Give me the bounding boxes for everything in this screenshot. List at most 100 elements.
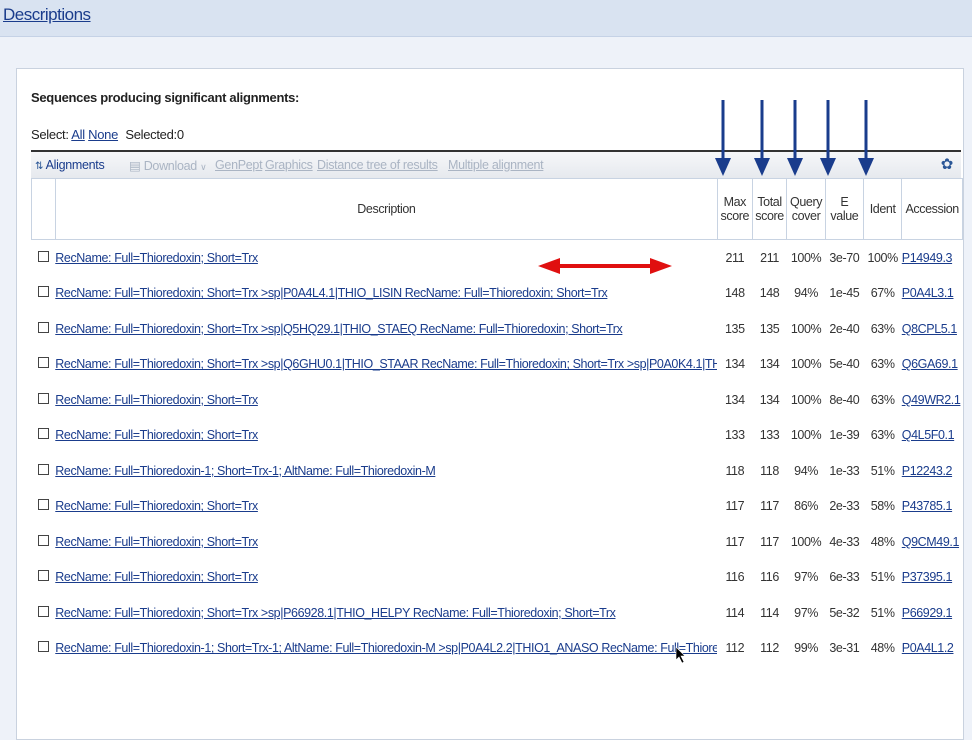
row-e-value: 5e-40 xyxy=(829,357,860,372)
row-description-link[interactable]: RecName: Full=Thioredoxin; Short=Trx xyxy=(55,251,258,265)
row-query-cover: 100% xyxy=(790,250,822,265)
row-checkbox[interactable] xyxy=(37,286,49,298)
row-query-cover: 100% xyxy=(790,428,822,443)
row-checkbox[interactable] xyxy=(37,321,49,333)
row-description-link[interactable]: RecName: Full=Thioredoxin; Short=Trx xyxy=(55,499,258,513)
row-accession-link[interactable]: Q8CPL5.1 xyxy=(902,322,958,336)
row-ident: 100% xyxy=(867,250,898,265)
table-row: RecName: Full=Thioredoxin; Short=Trx >sp… xyxy=(32,595,963,631)
row-description-link[interactable]: RecName: Full=Thioredoxin; Short=Trx >sp… xyxy=(55,286,607,300)
row-total-score: 117 xyxy=(760,499,779,514)
table-row: RecName: Full=Thioredoxin; Short=Trx 133 1… xyxy=(32,418,963,454)
row-total-score: 134 xyxy=(759,392,780,407)
table-row: RecName: Full=Thioredoxin; Short=Trx 134 1… xyxy=(32,382,963,418)
col-description[interactable]: Description xyxy=(54,178,718,240)
table-row: RecName: Full=Thioredoxin; Short=Trx 211 2… xyxy=(32,240,963,276)
row-description-link[interactable]: RecName: Full=Thioredoxin; Short=Trx xyxy=(55,393,258,407)
row-total-score: 135 xyxy=(759,321,780,336)
row-query-cover: 86% xyxy=(794,499,818,514)
row-description-link[interactable]: RecName: Full=Thioredoxin; Short=Trx xyxy=(55,428,258,442)
row-e-value: 1e-39 xyxy=(829,428,860,443)
row-description-link[interactable]: RecName: Full=Thioredoxin; Short=Trx >sp… xyxy=(55,606,616,620)
distance-tree-link[interactable]: Distance tree of results xyxy=(317,158,438,172)
row-checkbox[interactable] xyxy=(37,392,49,404)
row-e-value: 3e-70 xyxy=(829,250,860,265)
col-accession[interactable]: Accession xyxy=(901,178,963,240)
row-accession-link[interactable]: P37395.1 xyxy=(902,570,953,584)
row-query-cover: 100% xyxy=(790,321,822,336)
row-max-score: 134 xyxy=(724,392,745,407)
row-description-link[interactable]: RecName: Full=Thioredoxin; Short=Trx >sp… xyxy=(55,322,623,336)
row-max-score: 117 xyxy=(725,499,745,514)
row-max-score: 116 xyxy=(725,570,745,585)
row-checkbox[interactable] xyxy=(37,534,49,546)
row-total-score: 211 xyxy=(760,250,779,265)
row-max-score: 114 xyxy=(725,605,745,620)
table-row: RecName: Full=Thioredoxin-1; Short=Trx-1… xyxy=(32,453,963,489)
genpept-link[interactable]: GenPept xyxy=(215,158,263,172)
row-checkbox[interactable] xyxy=(37,605,49,617)
col-e-value[interactable]: Evalue xyxy=(824,178,865,240)
row-accession-link[interactable]: P0A4L3.1 xyxy=(902,286,954,300)
row-checkbox[interactable] xyxy=(37,641,49,653)
row-accession-link[interactable]: P0A4L1.2 xyxy=(902,641,954,655)
row-checkbox[interactable] xyxy=(37,357,49,369)
row-ident: 51% xyxy=(870,570,895,585)
descriptions-link[interactable]: Descriptions xyxy=(3,5,91,25)
selected-count: Selected:0 xyxy=(125,127,184,142)
col-total-score[interactable]: Total score xyxy=(751,178,788,240)
download-button[interactable]: ▤ Download ∨ xyxy=(129,158,207,173)
row-total-score: 117 xyxy=(760,534,779,549)
results-panel: Sequences producing significant alignmen… xyxy=(16,68,964,740)
select-none-link[interactable]: None xyxy=(88,127,118,142)
row-max-score: 117 xyxy=(725,534,745,549)
checkbox-header xyxy=(31,178,56,240)
row-checkbox[interactable] xyxy=(37,570,49,582)
alignments-button[interactable]: ⇅ Alignments xyxy=(35,158,105,172)
chevron-down-icon: ∨ xyxy=(200,162,207,172)
row-checkbox[interactable] xyxy=(37,250,49,262)
row-max-score: 118 xyxy=(725,463,745,478)
row-accession-link[interactable]: P12243.2 xyxy=(902,464,953,478)
row-ident: 48% xyxy=(870,641,895,656)
row-accession-link[interactable]: Q49WR2.1 xyxy=(902,393,961,407)
table-row: RecName: Full=Thioredoxin; Short=Trx >sp… xyxy=(32,347,963,383)
table-row: RecName: Full=Thioredoxin; Short=Trx 117 1… xyxy=(32,489,963,525)
row-ident: 63% xyxy=(870,428,895,443)
row-e-value: 4e-33 xyxy=(829,534,860,549)
row-checkbox[interactable] xyxy=(37,463,49,475)
row-ident: 51% xyxy=(870,463,895,478)
gear-icon[interactable]: ✿ xyxy=(941,155,954,173)
row-description-link[interactable]: RecName: Full=Thioredoxin; Short=Trx xyxy=(55,570,258,584)
row-accession-link[interactable]: P66929.1 xyxy=(902,606,953,620)
multiple-alignment-link[interactable]: Multiple alignment xyxy=(448,158,544,172)
row-description-link[interactable]: RecName: Full=Thioredoxin-1; Short=Trx-1… xyxy=(55,464,435,478)
row-e-value: 5e-32 xyxy=(829,605,860,620)
row-total-score: 118 xyxy=(760,463,779,478)
table-row: RecName: Full=Thioredoxin-1; Short=Trx-1… xyxy=(32,631,963,667)
sort-icon: ⇅ xyxy=(35,161,44,172)
select-all-link[interactable]: All xyxy=(71,127,85,142)
col-ident[interactable]: Ident xyxy=(862,178,903,240)
col-max-score[interactable]: Max score xyxy=(716,178,753,240)
row-total-score: 116 xyxy=(760,570,779,585)
row-accession-link[interactable]: Q6GA69.1 xyxy=(902,357,958,371)
row-query-cover: 100% xyxy=(790,392,822,407)
row-total-score: 133 xyxy=(759,428,780,443)
col-query-cover[interactable]: Query cover xyxy=(786,178,826,240)
row-accession-link[interactable]: P43785.1 xyxy=(902,499,953,513)
row-checkbox[interactable] xyxy=(37,428,49,440)
row-description-link[interactable]: RecName: Full=Thioredoxin; Short=Trx xyxy=(55,535,258,549)
graphics-link[interactable]: Graphics xyxy=(265,158,313,172)
row-query-cover: 97% xyxy=(794,605,818,620)
row-description-link[interactable]: RecName: Full=Thioredoxin; Short=Trx >sp… xyxy=(55,357,717,371)
row-e-value: 8e-40 xyxy=(829,392,860,407)
row-ident: 67% xyxy=(870,286,895,301)
row-accession-link[interactable]: P14949.3 xyxy=(902,251,953,265)
row-accession-link[interactable]: Q9CM49.1 xyxy=(902,535,960,549)
row-checkbox[interactable] xyxy=(37,499,49,511)
row-accession-link[interactable]: Q4L5F0.1 xyxy=(902,428,955,442)
row-description-link[interactable]: RecName: Full=Thioredoxin-1; Short=Trx-1… xyxy=(55,641,717,655)
row-query-cover: 94% xyxy=(794,463,818,478)
results-table: Description Max score Total score Query cov… xyxy=(31,178,963,666)
